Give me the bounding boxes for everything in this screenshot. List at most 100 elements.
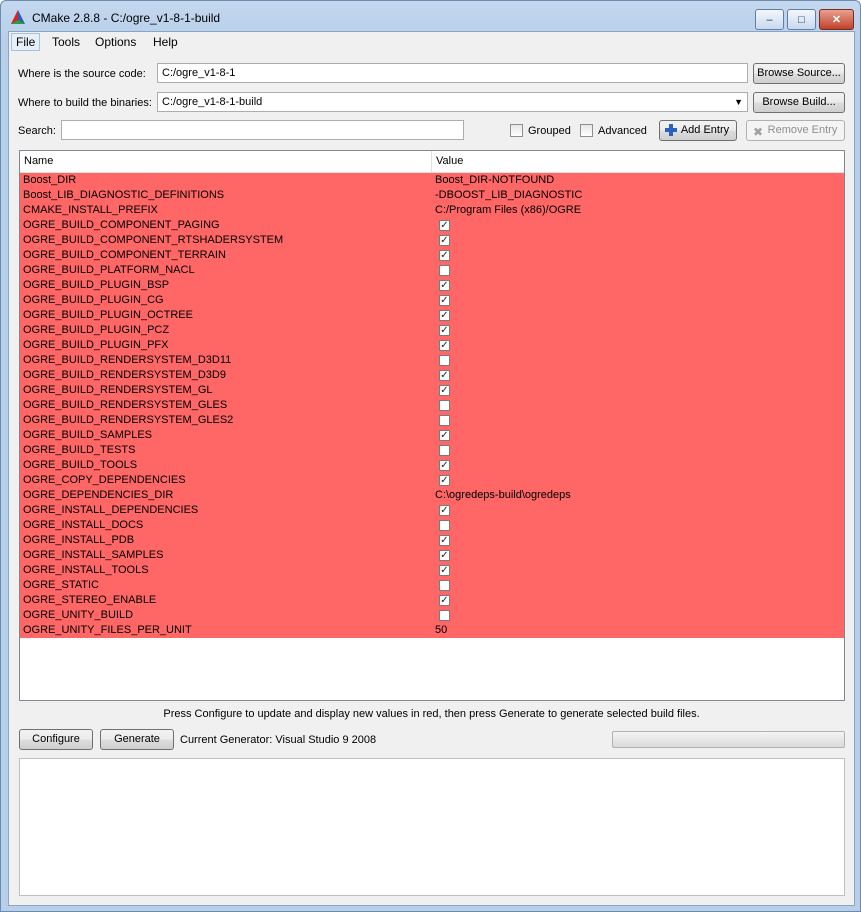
table-row[interactable]: OGRE_INSTALL_DEPENDENCIES ✓ [20,503,844,518]
row-value-checkbox[interactable]: ✓ [439,385,450,396]
table-row[interactable]: Boost_LIB_DIAGNOSTIC_DEFINITIONS -DBOOST_… [20,188,844,203]
row-value-checkbox[interactable] [439,580,450,591]
remove-entry-label: Remove Entry [767,124,838,136]
row-value-checkbox[interactable] [439,400,450,411]
output-log[interactable] [19,758,845,896]
dropdown-arrow-icon[interactable]: ▼ [734,93,743,111]
table-row[interactable]: OGRE_BUILD_PLUGIN_PCZ ✓ [20,323,844,338]
row-value-checkbox[interactable]: ✓ [439,535,450,546]
row-name: OGRE_INSTALL_DEPENDENCIES [23,504,199,516]
row-value-checkbox[interactable]: ✓ [439,475,450,486]
table-row[interactable]: OGRE_UNITY_BUILD [20,608,844,623]
row-value[interactable]: Boost_DIR-NOTFOUND [435,173,554,188]
row-value-checkbox[interactable]: ✓ [439,310,450,321]
table-row[interactable]: OGRE_COPY_DEPENDENCIES ✓ [20,473,844,488]
remove-entry-button[interactable]: ✖ Remove Entry [746,120,845,141]
table-row[interactable]: OGRE_BUILD_PLUGIN_CG ✓ [20,293,844,308]
row-value-checkbox[interactable] [439,355,450,366]
table-row[interactable]: OGRE_BUILD_TOOLS ✓ [20,458,844,473]
browse-build-button[interactable]: Browse Build... [753,92,845,113]
table-row[interactable]: CMAKE_INSTALL_PREFIX C:/Program Files (x8… [20,203,844,218]
table-row[interactable]: OGRE_STATIC [20,578,844,593]
row-value-checkbox[interactable]: ✓ [439,430,450,441]
configure-button[interactable]: Configure [19,729,93,750]
table-row[interactable]: OGRE_BUILD_RENDERSYSTEM_D3D11 [20,353,844,368]
search-input[interactable] [61,120,464,140]
table-row[interactable]: OGRE_BUILD_RENDERSYSTEM_D3D9 ✓ [20,368,844,383]
search-label: Search: [18,125,56,137]
cmake-logo-icon [11,10,25,24]
row-value-checkbox[interactable]: ✓ [439,370,450,381]
close-button[interactable]: ✕ [819,9,854,30]
table-row[interactable]: OGRE_BUILD_RENDERSYSTEM_GLES2 [20,413,844,428]
column-header-name[interactable]: Name [20,151,432,172]
row-value-checkbox[interactable] [439,610,450,621]
table-row[interactable]: OGRE_INSTALL_TOOLS ✓ [20,563,844,578]
row-value-checkbox[interactable]: ✓ [439,235,450,246]
table-row[interactable]: OGRE_STEREO_ENABLE ✓ [20,593,844,608]
title-bar[interactable]: CMake 2.8.8 - C:/ogre_v1-8-1-build – □ ✕ [1,1,860,31]
row-name: OGRE_BUILD_TOOLS [23,459,138,471]
row-name: OGRE_BUILD_COMPONENT_RTSHADERSYSTEM [23,234,284,246]
row-value-checkbox[interactable]: ✓ [439,280,450,291]
minimize-button[interactable]: – [755,9,784,30]
source-path-field[interactable]: C:/ogre_v1-8-1 [157,63,748,83]
table-row[interactable]: OGRE_BUILD_RENDERSYSTEM_GLES [20,398,844,413]
row-value[interactable]: -DBOOST_LIB_DIAGNOSTIC [435,188,582,203]
row-value-checkbox[interactable]: ✓ [439,565,450,576]
row-value-checkbox[interactable] [439,415,450,426]
row-value-checkbox[interactable]: ✓ [439,595,450,606]
row-name: Boost_DIR [23,174,77,186]
row-value[interactable]: C:/Program Files (x86)/OGRE [435,203,581,218]
row-value-checkbox[interactable] [439,520,450,531]
table-row[interactable]: OGRE_INSTALL_SAMPLES ✓ [20,548,844,563]
binaries-label: Where to build the binaries: [18,97,152,109]
advanced-checkbox[interactable] [580,124,593,137]
table-row[interactable]: Boost_DIR Boost_DIR-NOTFOUND [20,173,844,188]
table-row[interactable]: OGRE_BUILD_SAMPLES ✓ [20,428,844,443]
row-value[interactable]: 50 [435,623,447,638]
menu-options[interactable]: Options [91,33,140,51]
table-row[interactable]: OGRE_BUILD_RENDERSYSTEM_GL ✓ [20,383,844,398]
row-name: OGRE_BUILD_RENDERSYSTEM_D3D9 [23,369,226,381]
table-row[interactable]: OGRE_BUILD_COMPONENT_TERRAIN ✓ [20,248,844,263]
maximize-button[interactable]: □ [787,9,816,30]
menu-help[interactable]: Help [149,33,182,51]
browse-source-button[interactable]: Browse Source... [753,63,845,84]
row-value-checkbox[interactable]: ✓ [439,460,450,471]
row-value-checkbox[interactable] [439,265,450,276]
table-row[interactable]: OGRE_DEPENDENCIES_DIR C:\ogredeps-build\o… [20,488,844,503]
table-row[interactable]: OGRE_BUILD_PLUGIN_PFX ✓ [20,338,844,353]
table-row[interactable]: OGRE_BUILD_COMPONENT_RTSHADERSYSTEM ✓ [20,233,844,248]
row-value-checkbox[interactable]: ✓ [439,505,450,516]
row-value-checkbox[interactable]: ✓ [439,220,450,231]
table-row[interactable]: OGRE_BUILD_PLUGIN_BSP ✓ [20,278,844,293]
table-row[interactable]: OGRE_UNITY_FILES_PER_UNIT 50 [20,623,844,638]
table-row[interactable]: OGRE_INSTALL_DOCS [20,518,844,533]
row-value-checkbox[interactable]: ✓ [439,295,450,306]
row-value-checkbox[interactable]: ✓ [439,325,450,336]
grouped-checkbox[interactable] [510,124,523,137]
row-value-checkbox[interactable]: ✓ [439,340,450,351]
binaries-path-combo[interactable]: C:/ogre_v1-8-1-build ▼ [157,92,748,112]
table-row[interactable]: OGRE_BUILD_TESTS [20,443,844,458]
plus-icon [665,124,677,136]
row-value[interactable]: C:\ogredeps-build\ogredeps [435,488,571,503]
add-entry-button[interactable]: Add Entry [659,120,737,141]
cache-table[interactable]: Name Value Boost_DIR Boost_DIR-NOTFOUND Bo… [19,150,845,701]
table-row[interactable]: OGRE_BUILD_PLUGIN_OCTREE ✓ [20,308,844,323]
row-value-checkbox[interactable]: ✓ [439,250,450,261]
menu-file[interactable]: File [11,33,41,51]
table-row[interactable]: OGRE_INSTALL_PDB ✓ [20,533,844,548]
table-row[interactable]: OGRE_BUILD_COMPONENT_PAGING ✓ [20,218,844,233]
row-name: CMAKE_INSTALL_PREFIX [23,204,158,216]
row-name: Boost_LIB_DIAGNOSTIC_DEFINITIONS [23,189,225,201]
row-value-checkbox[interactable]: ✓ [439,550,450,561]
table-row[interactable]: OGRE_BUILD_PLATFORM_NACL [20,263,844,278]
menu-tools[interactable]: Tools [48,33,84,51]
row-value-checkbox[interactable] [439,445,450,456]
generate-button[interactable]: Generate [100,729,174,750]
row-name: OGRE_UNITY_FILES_PER_UNIT [23,624,192,636]
table-rows: Boost_DIR Boost_DIR-NOTFOUND Boost_LIB_DIA… [20,173,844,638]
column-header-value[interactable]: Value [432,151,844,172]
